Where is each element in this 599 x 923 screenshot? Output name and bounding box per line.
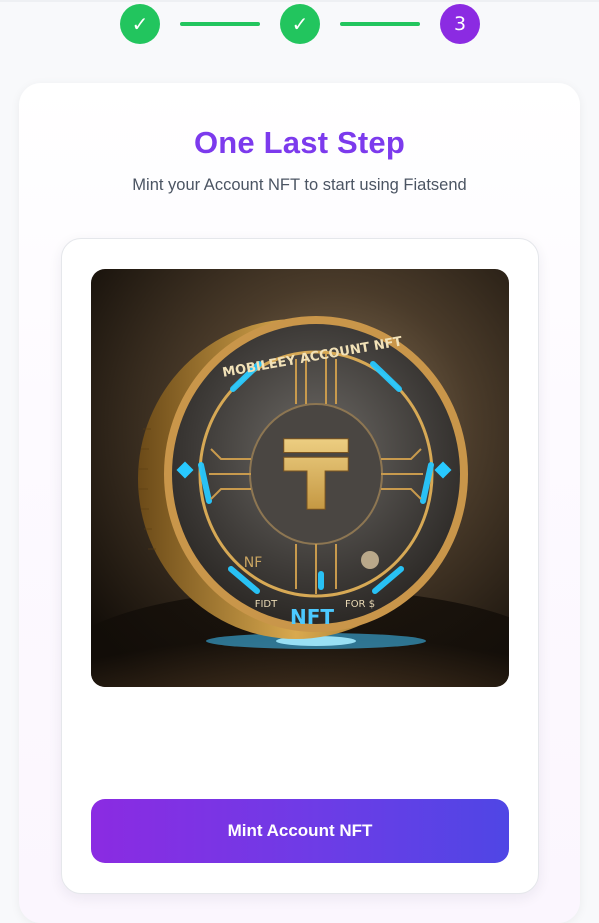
step-connector-2 bbox=[340, 22, 420, 26]
coin-center-symbol: ₸ bbox=[283, 420, 350, 532]
nft-coin-image: ₸ MOBILEEY ACCOUNT NFT NF FIDT NFT FOR $ bbox=[91, 269, 509, 687]
mint-account-nft-button[interactable]: Mint Account NFT bbox=[91, 799, 509, 863]
step-2-completed: ✓ bbox=[280, 4, 320, 44]
step-number: 3 bbox=[453, 13, 467, 35]
progress-stepper: ✓ ✓ 3 bbox=[0, 2, 599, 44]
page-subtitle: Mint your Account NFT to start using Fia… bbox=[132, 176, 467, 194]
coin-rim-text-bottom-center: NFT bbox=[290, 605, 334, 629]
checkmark-icon: ✓ bbox=[291, 12, 309, 36]
page-title: One Last Step bbox=[193, 125, 406, 160]
step-3-current: 3 bbox=[440, 4, 480, 44]
coin-rim-text-bottom-left: FIDT bbox=[255, 599, 278, 610]
step-connector-1 bbox=[180, 22, 260, 26]
coin-rim-text-bottom-right: FOR $ bbox=[345, 599, 375, 610]
coin-rim-text-left: NF bbox=[244, 555, 263, 571]
step-1-completed: ✓ bbox=[120, 4, 160, 44]
checkmark-icon: ✓ bbox=[131, 12, 149, 36]
